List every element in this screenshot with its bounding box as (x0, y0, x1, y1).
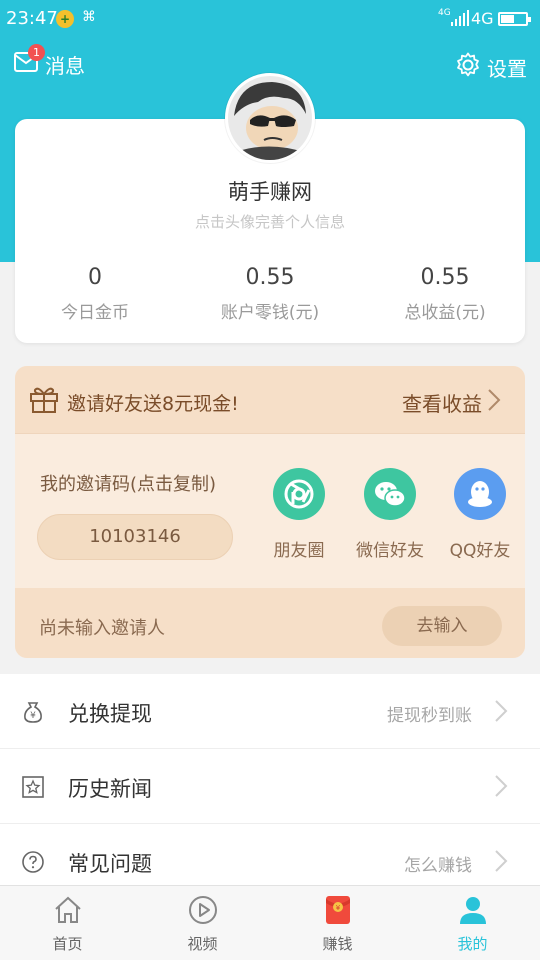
menu-item-withdraw[interactable]: ¥ 兑换提现 提现秒到账 (0, 674, 540, 749)
user-name[interactable]: 萌手赚网 (0, 176, 540, 206)
tab-home[interactable]: 首页 (0, 886, 135, 960)
avatar[interactable] (225, 73, 315, 163)
question-icon (22, 851, 44, 873)
stat-value: 0.55 (245, 265, 295, 290)
stat-today-coins[interactable]: 0 今日金币 (10, 265, 180, 323)
enter-inviter-button[interactable]: 去输入 (382, 606, 502, 646)
network-type: 4G (471, 9, 494, 28)
app-notification-icon: + (56, 10, 74, 28)
menu-item-label: 历史新闻 (68, 777, 152, 801)
status-bar: 23:47 + ⌘ 4G 4G (0, 0, 540, 38)
menu-item-sub: 提现秒到账 (387, 706, 472, 726)
status-time: 23:47 (6, 8, 58, 29)
battery-icon (498, 12, 531, 26)
invite-header[interactable]: 邀请好友送8元现金! 查看收益 (15, 366, 525, 434)
tab-mine[interactable]: 我的 (405, 886, 540, 960)
avatar-image (228, 76, 312, 160)
menu-list: ¥ 兑换提现 提现秒到账 历史新闻 常见问题 怎么赚钱 (0, 674, 540, 899)
settings-label: 设置 (487, 57, 527, 81)
messages-badge: 1 (28, 44, 45, 61)
network-type-small: 4G (438, 8, 451, 18)
stat-label: 今日金币 (61, 303, 129, 323)
menu-item-sub: 怎么赚钱 (404, 856, 472, 876)
invite-code-copy-button[interactable]: 10103146 (37, 514, 233, 560)
no-inviter-text: 尚未输入邀请人 (39, 618, 165, 639)
invite-card: 邀请好友送8元现金! 查看收益 我的邀请码(点击复制) 10103146 朋友圈 (15, 366, 525, 658)
svg-text:¥: ¥ (336, 904, 341, 912)
chevron-right-icon (488, 389, 501, 411)
stat-total-earnings[interactable]: 0.55 总收益(元) (360, 265, 530, 323)
view-earnings-link[interactable]: 查看收益 (402, 388, 482, 417)
inviter-section: 尚未输入邀请人 去输入 (15, 588, 525, 658)
share-label: QQ好友 (449, 541, 511, 561)
signal-icon (451, 10, 469, 26)
play-icon (189, 896, 217, 924)
home-icon (55, 896, 81, 923)
tab-label: 赚钱 (322, 935, 353, 953)
profile-hint[interactable]: 点击头像完善个人信息 (0, 211, 540, 232)
gift-icon (30, 387, 58, 413)
stat-value: 0 (88, 265, 102, 290)
chevron-right-icon (495, 850, 508, 872)
stat-account-balance[interactable]: 0.55 账户零钱(元) (185, 265, 355, 323)
wechat-icon (364, 468, 416, 520)
menu-item-label: 兑换提现 (68, 702, 152, 726)
stat-label: 总收益(元) (404, 303, 486, 323)
share-moments-button[interactable]: 朋友圈 (254, 468, 344, 561)
bottom-tab-bar: 首页 视频 ¥ 赚钱 我的 (0, 885, 540, 960)
person-icon (460, 897, 486, 924)
stat-label: 账户零钱(元) (220, 303, 320, 323)
share-label: 微信好友 (356, 541, 424, 561)
red-packet-icon: ¥ (326, 896, 350, 924)
moments-icon (273, 468, 325, 520)
menu-item-label: 常见问题 (68, 852, 152, 876)
tab-video[interactable]: 视频 (135, 886, 270, 960)
stat-value: 0.55 (420, 265, 470, 290)
invite-title: 邀请好友送8元现金! (67, 393, 239, 415)
star-document-icon (22, 776, 44, 798)
money-bag-icon: ¥ (24, 702, 42, 723)
share-wechat-button[interactable]: 微信好友 (345, 468, 435, 561)
chevron-right-icon (495, 700, 508, 722)
invite-code-label: 我的邀请码(点击复制) (40, 474, 217, 495)
messages-label: 消息 (45, 54, 85, 78)
svg-text:¥: ¥ (30, 711, 36, 721)
tab-label: 我的 (457, 935, 488, 953)
gear-icon (457, 52, 479, 77)
chevron-right-icon (495, 775, 508, 797)
invite-body: 我的邀请码(点击复制) 10103146 朋友圈 微信好友 QQ好友 (15, 434, 525, 588)
menu-item-history-news[interactable]: 历史新闻 (0, 749, 540, 824)
share-qq-button[interactable]: QQ好友 (435, 468, 525, 561)
tab-label: 首页 (52, 935, 83, 953)
tab-earn[interactable]: ¥ 赚钱 (270, 886, 405, 960)
share-label: 朋友圈 (273, 541, 325, 561)
qq-icon (454, 468, 506, 520)
tab-label: 视频 (187, 935, 218, 953)
notification-icon: ⌘ (82, 9, 96, 25)
